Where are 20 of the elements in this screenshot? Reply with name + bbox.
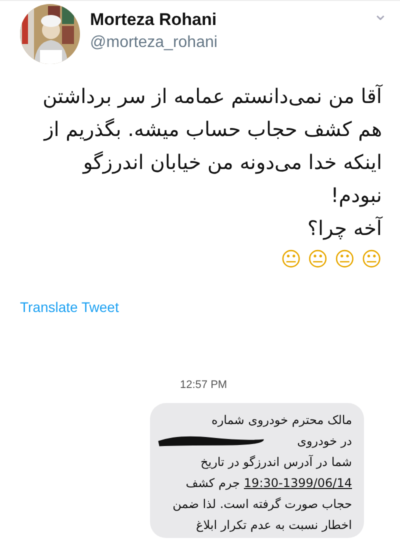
- message-text: جرم کشف: [186, 475, 240, 492]
- message-text: شما در آدرس اندرزگو در تاریخ: [200, 454, 352, 471]
- tweet-text-line: هم کشف حجاب حساب میشه. بگذریم از: [42, 116, 382, 143]
- emoji: 😐: [280, 247, 302, 271]
- emoji: 😐: [307, 247, 328, 271]
- message-text: مالک محترم خودروی شماره: [212, 412, 352, 429]
- message-text: در خودروی: [297, 433, 352, 450]
- emoji: 😐: [334, 247, 356, 271]
- message-text: 19:30-1399/06/14: [244, 475, 352, 492]
- tweet-text-line: اینکه خدا می‌دونه من خیابان اندرزگو: [81, 149, 382, 176]
- emoji: 😐: [361, 247, 382, 271]
- author-name[interactable]: Morteza Rohani: [90, 10, 363, 30]
- tweet-text-line: آقا من نمی‌دانستم عمامه از سر برداشتن: [42, 83, 382, 110]
- author-handle[interactable]: @morteza_rohani: [90, 34, 363, 52]
- translate-link[interactable]: Translate Tweet: [20, 299, 119, 315]
- tweet-text-line: نبودم!: [330, 182, 382, 209]
- message-time: 12:57 PM: [180, 379, 228, 391]
- message-text: اخطار نسبت به عدم تکرار ابلاغ: [196, 517, 352, 534]
- tweet-text-line: آخه چرا؟: [306, 215, 382, 242]
- message-text: حجاب صورت گرفته است. لذا ضمن: [172, 496, 352, 513]
